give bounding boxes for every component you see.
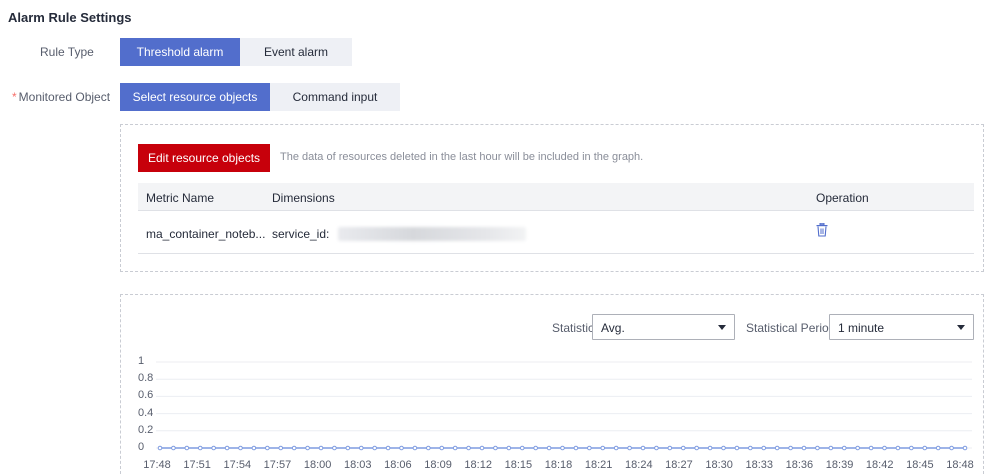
- data-point: [265, 445, 270, 451]
- data-point: [238, 445, 243, 451]
- data-point: [358, 445, 364, 451]
- data-point: [332, 445, 337, 451]
- data-point: [882, 445, 887, 451]
- data-point: [479, 445, 485, 451]
- data-point: [774, 445, 780, 451]
- data-point: [694, 445, 699, 451]
- data-point: [855, 445, 860, 451]
- data-point: [627, 445, 632, 451]
- data-point: [654, 445, 659, 451]
- data-point: [493, 445, 498, 451]
- data-point: [399, 445, 404, 451]
- data-point: [613, 445, 619, 451]
- data-point: [962, 445, 968, 451]
- data-point: [909, 445, 914, 451]
- data-point: [600, 445, 606, 451]
- data-point: [922, 445, 928, 451]
- data-point: [761, 445, 767, 451]
- data-point: [734, 445, 740, 451]
- data-point: [506, 445, 512, 451]
- data-point: [640, 445, 646, 451]
- data-point: [788, 445, 793, 451]
- data-point: [546, 445, 552, 451]
- data-point: [372, 445, 377, 451]
- data-point: [748, 445, 753, 451]
- data-point: [184, 445, 190, 451]
- data-point: [667, 445, 673, 451]
- data-point: [560, 445, 565, 451]
- data-point: [466, 445, 471, 451]
- data-point: [680, 445, 686, 451]
- data-point: [935, 445, 941, 451]
- data-point: [211, 445, 216, 451]
- data-point: [828, 445, 834, 451]
- data-point: [197, 445, 203, 451]
- data-point: [801, 445, 807, 451]
- data-point: [224, 445, 230, 451]
- data-point: [278, 445, 284, 451]
- data-point: [305, 445, 310, 451]
- data-point: [426, 445, 431, 451]
- data-point: [157, 445, 163, 451]
- metric-line-chart: [156, 361, 972, 451]
- data-point: [841, 445, 847, 451]
- data-point: [345, 445, 351, 451]
- data-point: [868, 445, 874, 451]
- data-point: [171, 445, 176, 451]
- data-point: [318, 445, 324, 451]
- data-point: [412, 445, 418, 451]
- data-point: [519, 445, 525, 451]
- data-point: [251, 445, 257, 451]
- data-point: [291, 445, 297, 451]
- data-point: [815, 445, 820, 451]
- data-point: [452, 445, 458, 451]
- data-point: [721, 445, 726, 451]
- data-point: [949, 445, 954, 451]
- data-point: [385, 445, 391, 451]
- data-point: [707, 445, 713, 451]
- data-point: [439, 445, 445, 451]
- data-point: [573, 445, 579, 451]
- data-point: [587, 445, 592, 451]
- data-point: [533, 445, 538, 451]
- data-point: [895, 445, 901, 451]
